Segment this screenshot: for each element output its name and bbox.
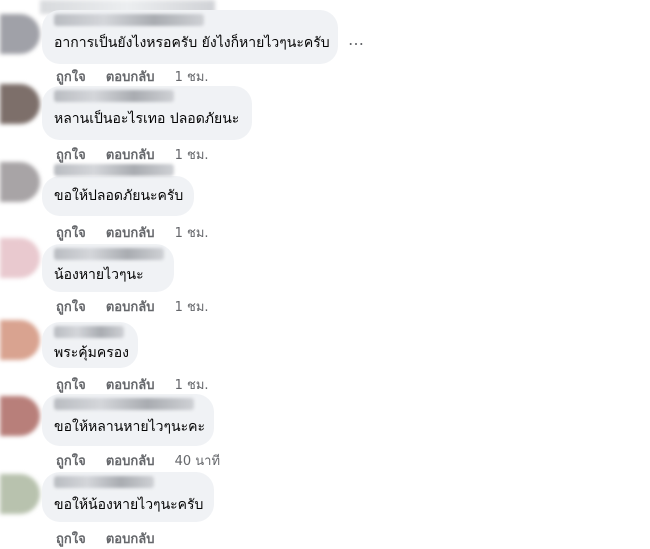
comment-text: ขอให้หลานหายไวๆนะคะ	[54, 419, 205, 435]
comment-bubble: ขอให้หลานหายไวๆนะคะ	[42, 394, 214, 446]
comment: ขอให้หลานหายไวๆนะคะ ถูกใจ ตอบกลับ 40 นาท…	[0, 390, 650, 469]
comment-text: น้องหายไวๆนะ	[54, 267, 144, 283]
comment-text: พระคุ้มครอง	[54, 345, 129, 361]
comment-text: อาการเป็นยังไงหรอครับ ยังไงก็หายไวๆนะครั…	[54, 35, 330, 51]
comment-bubble: น้องหายไวๆนะ	[42, 244, 174, 292]
blurred-commenter-name[interactable]	[54, 164, 174, 176]
comment: พระคุ้มครอง ถูกใจ ตอบกลับ 1 ชม.	[0, 312, 650, 393]
blurred-commenter-name[interactable]	[54, 90, 174, 102]
comment-text: หลานเป็นอะไรเทอ ปลอดภัยนะ	[54, 111, 240, 127]
comment: อาการเป็นยังไงหรอครับ ยังไงก็หายไวๆนะครั…	[0, 0, 650, 85]
comment-bubble: ขอให้ปลอดภัยนะครับ	[42, 164, 194, 216]
avatar[interactable]	[0, 84, 40, 124]
comment-text: ขอให้ปลอดภัยนะครับ	[54, 188, 184, 204]
comment-bubble: ขอให้น้องหายไวๆนะครับ	[42, 472, 214, 522]
comment: น้องหายไวๆนะ ถูกใจ ตอบกลับ 1 ชม.	[0, 234, 650, 315]
comment-bubble: หลานเป็นอะไรเทอ ปลอดภัยนะ	[42, 86, 252, 140]
avatar[interactable]	[0, 396, 40, 436]
blurred-commenter-name[interactable]	[54, 326, 124, 338]
avatar[interactable]	[0, 14, 40, 54]
blurred-commenter-name[interactable]	[54, 248, 164, 260]
like-button[interactable]: ถูกใจ	[56, 528, 86, 549]
avatar[interactable]	[0, 238, 40, 278]
comment-actions: ถูกใจ ตอบกลับ	[56, 528, 191, 549]
comment: หลานเป็นอะไรเทอ ปลอดภัยนะ ถูกใจ ตอบกลับ …	[0, 78, 650, 163]
comment: ขอให้น้องหายไวๆนะครับ ถูกใจ ตอบกลับ	[0, 468, 650, 549]
comment-text: ขอให้น้องหายไวๆนะครับ	[54, 497, 204, 513]
avatar[interactable]	[0, 162, 40, 202]
blurred-commenter-name[interactable]	[54, 476, 154, 488]
blurred-commenter-name[interactable]	[54, 14, 204, 26]
blurred-commenter-name[interactable]	[54, 398, 194, 410]
comment-bubble: อาการเป็นยังไงหรอครับ ยังไงก็หายไวๆนะครั…	[42, 10, 338, 64]
comment: ขอให้ปลอดภัยนะครับ ถูกใจ ตอบกลับ 1 ชม.	[0, 156, 650, 241]
more-options-icon[interactable]: …	[348, 30, 365, 49]
avatar[interactable]	[0, 474, 40, 514]
avatar[interactable]	[0, 320, 40, 360]
reply-button[interactable]: ตอบกลับ	[106, 528, 155, 549]
comment-bubble: พระคุ้มครอง	[42, 322, 138, 368]
